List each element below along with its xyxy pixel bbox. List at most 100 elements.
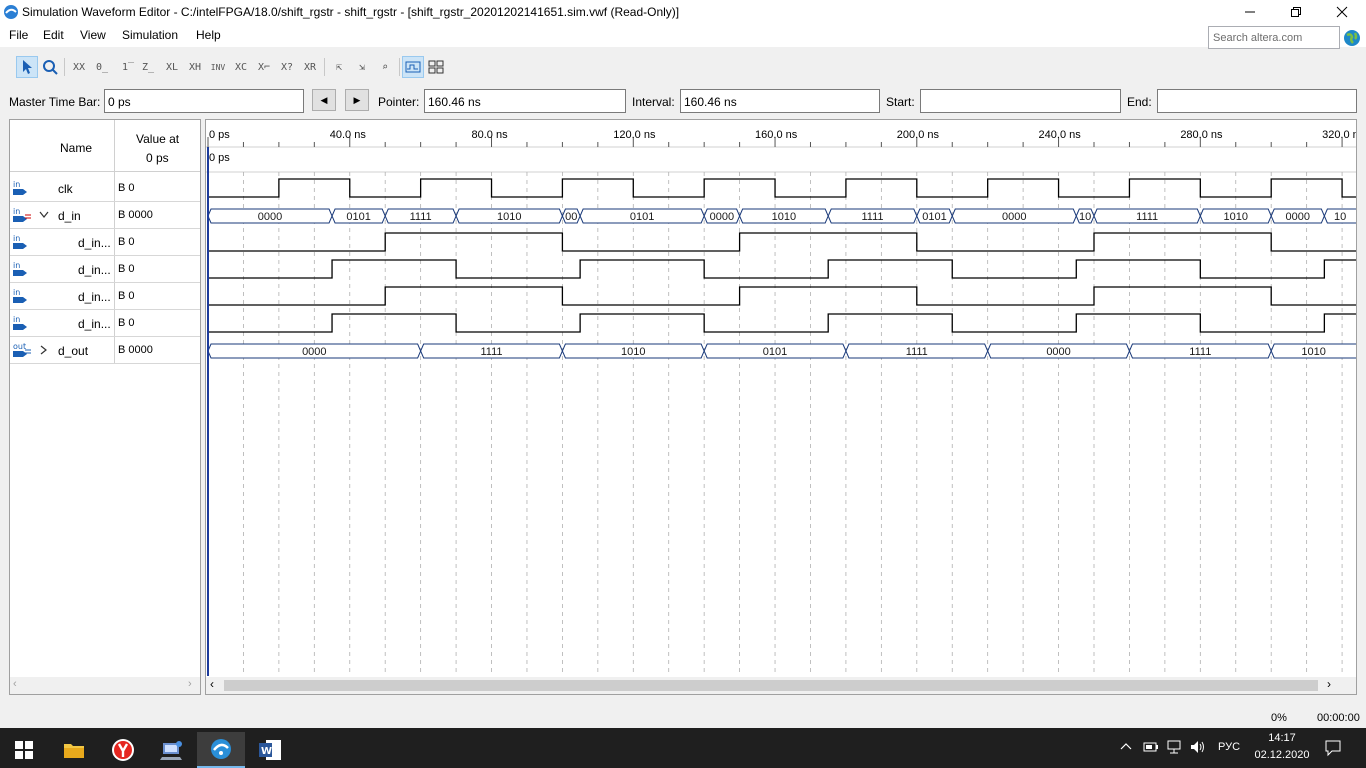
- clock-icon: X⌐: [257, 61, 271, 73]
- invert-button[interactable]: INV: [207, 56, 229, 78]
- waveform-d-in-3: [208, 232, 1356, 252]
- word-icon: W: [259, 740, 281, 760]
- toolbar-separator: [399, 58, 400, 76]
- pointer-field: 160.46 ns: [424, 89, 626, 113]
- network-app-button[interactable]: [148, 732, 196, 768]
- bus-value: 0101: [346, 211, 370, 223]
- bus-value: 1111: [1189, 346, 1211, 358]
- bus-value: 1111: [481, 346, 503, 358]
- quartus-button[interactable]: [197, 732, 245, 768]
- word-button[interactable]: W: [246, 732, 294, 768]
- random-button[interactable]: X?: [276, 56, 298, 78]
- signal-name: d_in...: [78, 317, 111, 331]
- expand-button[interactable]: ⇲: [351, 56, 373, 78]
- chevron-down-icon[interactable]: [39, 211, 49, 219]
- clock-button[interactable]: X⌐: [253, 56, 275, 78]
- minimize-button[interactable]: [1227, 0, 1273, 24]
- signal-list-scrollbar[interactable]: ‹ ›: [10, 677, 200, 694]
- signal-value: B 0: [118, 182, 135, 194]
- weak-low-button[interactable]: XL: [161, 56, 183, 78]
- globe-icon[interactable]: [1343, 29, 1361, 47]
- master-time-bar-field[interactable]: 0 ps: [104, 89, 304, 113]
- close-button[interactable]: [1319, 0, 1365, 24]
- ruler-label: 0 ps: [209, 129, 230, 141]
- scrollbar-thumb[interactable]: [224, 680, 1318, 691]
- menu-view[interactable]: View: [80, 28, 106, 42]
- signal-row-d-in-2[interactable]: in d_in... B 0: [10, 256, 200, 283]
- next-transition-button[interactable]: ▶: [345, 89, 369, 111]
- restore-button[interactable]: [1273, 0, 1319, 24]
- name-column-header[interactable]: Name: [60, 141, 92, 155]
- toolbar-separator: [64, 58, 65, 76]
- scroll-left-icon[interactable]: ‹: [13, 678, 17, 690]
- signal-name: d_in...: [78, 263, 111, 277]
- battery-icon[interactable]: [1143, 740, 1159, 754]
- uninitialized-icon: XX: [72, 61, 86, 73]
- forcing-low-button[interactable]: 0̲: [91, 56, 113, 78]
- signal-row-d-in-3[interactable]: in d_in... B 0: [10, 229, 200, 256]
- menu-edit[interactable]: Edit: [43, 28, 64, 42]
- file-explorer-button[interactable]: [50, 732, 98, 768]
- forcing-high-button[interactable]: 1̅: [114, 56, 136, 78]
- yandex-browser-button[interactable]: [99, 732, 147, 768]
- zoom-icon: [43, 60, 58, 75]
- ruler-label: 200.0 ns: [897, 129, 940, 141]
- count-value-button[interactable]: XC: [230, 56, 252, 78]
- clock-date[interactable]: 02.12.2020: [1252, 749, 1312, 761]
- zoom-tool-button[interactable]: [39, 56, 61, 78]
- signal-row-d-out[interactable]: out d_out B 0000: [10, 337, 200, 364]
- dont-care-icon: XR: [303, 61, 317, 73]
- signal-row-d-in-0[interactable]: in d_in... B 0: [10, 310, 200, 337]
- snap-to-grid-button[interactable]: ⇱: [328, 56, 350, 78]
- bus-value: 0000: [1286, 211, 1310, 223]
- menu-help[interactable]: Help: [196, 28, 221, 42]
- ruler-label: 320.0 ns: [1322, 129, 1356, 141]
- input-pin-icon: in: [13, 180, 27, 195]
- waveform-scrollbar[interactable]: ‹ ›: [206, 677, 1356, 694]
- dont-care-button[interactable]: XR: [299, 56, 321, 78]
- weak-high-button[interactable]: XH: [184, 56, 206, 78]
- chevron-right-icon[interactable]: [40, 345, 48, 355]
- waveform-view-button[interactable]: [402, 56, 424, 78]
- input-language[interactable]: РУС: [1218, 741, 1240, 753]
- value-column-header[interactable]: Value at: [136, 132, 179, 146]
- start-button[interactable]: [0, 732, 48, 768]
- minimize-icon: [1245, 11, 1255, 13]
- signal-value: B 0: [118, 290, 135, 302]
- bus-value: 1010: [772, 211, 796, 223]
- grid-view-button[interactable]: [425, 56, 447, 78]
- scroll-right-icon[interactable]: ›: [1327, 677, 1331, 691]
- high-impedance-button[interactable]: Z̲: [137, 56, 159, 78]
- waveform-panel[interactable]: 0 ps 40.0 ns 80.0 ns 120.0 ns 160.0 ns 200.0 …: [205, 119, 1357, 695]
- notifications-icon[interactable]: [1324, 739, 1342, 757]
- uninitialized-button[interactable]: XX: [68, 56, 90, 78]
- bus-value: 10: [1079, 211, 1091, 223]
- bus-value: 0000: [1002, 211, 1026, 223]
- svg-text:W: W: [261, 746, 272, 757]
- scroll-left-icon[interactable]: ‹: [210, 677, 214, 691]
- scroll-right-icon[interactable]: ›: [188, 678, 192, 690]
- signal-row-d-in-1[interactable]: in d_in... B 0: [10, 283, 200, 310]
- ruler-label: 240.0 ns: [1039, 129, 1082, 141]
- grid-view-icon: [428, 60, 444, 74]
- previous-transition-button[interactable]: ◀: [312, 89, 336, 111]
- pointer-tool-button[interactable]: [16, 56, 38, 78]
- find-button[interactable]: ⌕: [374, 56, 396, 78]
- waveform-canvas[interactable]: 0 ps 40.0 ns 80.0 ns 120.0 ns 160.0 ns 200.0 …: [206, 120, 1356, 676]
- app-icon: [4, 5, 18, 19]
- chevron-up-icon[interactable]: [1120, 741, 1132, 753]
- signal-name: clk: [58, 182, 73, 196]
- menu-file[interactable]: File: [9, 28, 28, 42]
- signal-name: d_in...: [78, 236, 111, 250]
- signal-row-clk[interactable]: in clk B 0: [10, 175, 200, 202]
- signal-row-d-in[interactable]: in d_in B 0000: [10, 202, 200, 229]
- arrow-right-icon: ▶: [353, 94, 361, 105]
- search-input[interactable]: Search altera.com: [1208, 26, 1340, 49]
- network-icon[interactable]: [1166, 739, 1182, 755]
- clock-time[interactable]: 14:17: [1262, 732, 1302, 744]
- bus-value: 0000: [302, 346, 326, 358]
- input-pin-icon: in: [13, 288, 27, 303]
- volume-icon[interactable]: [1190, 740, 1206, 754]
- menu-simulation[interactable]: Simulation: [122, 28, 178, 42]
- taskbar: W РУС 14:17 02.12.2020: [0, 728, 1366, 768]
